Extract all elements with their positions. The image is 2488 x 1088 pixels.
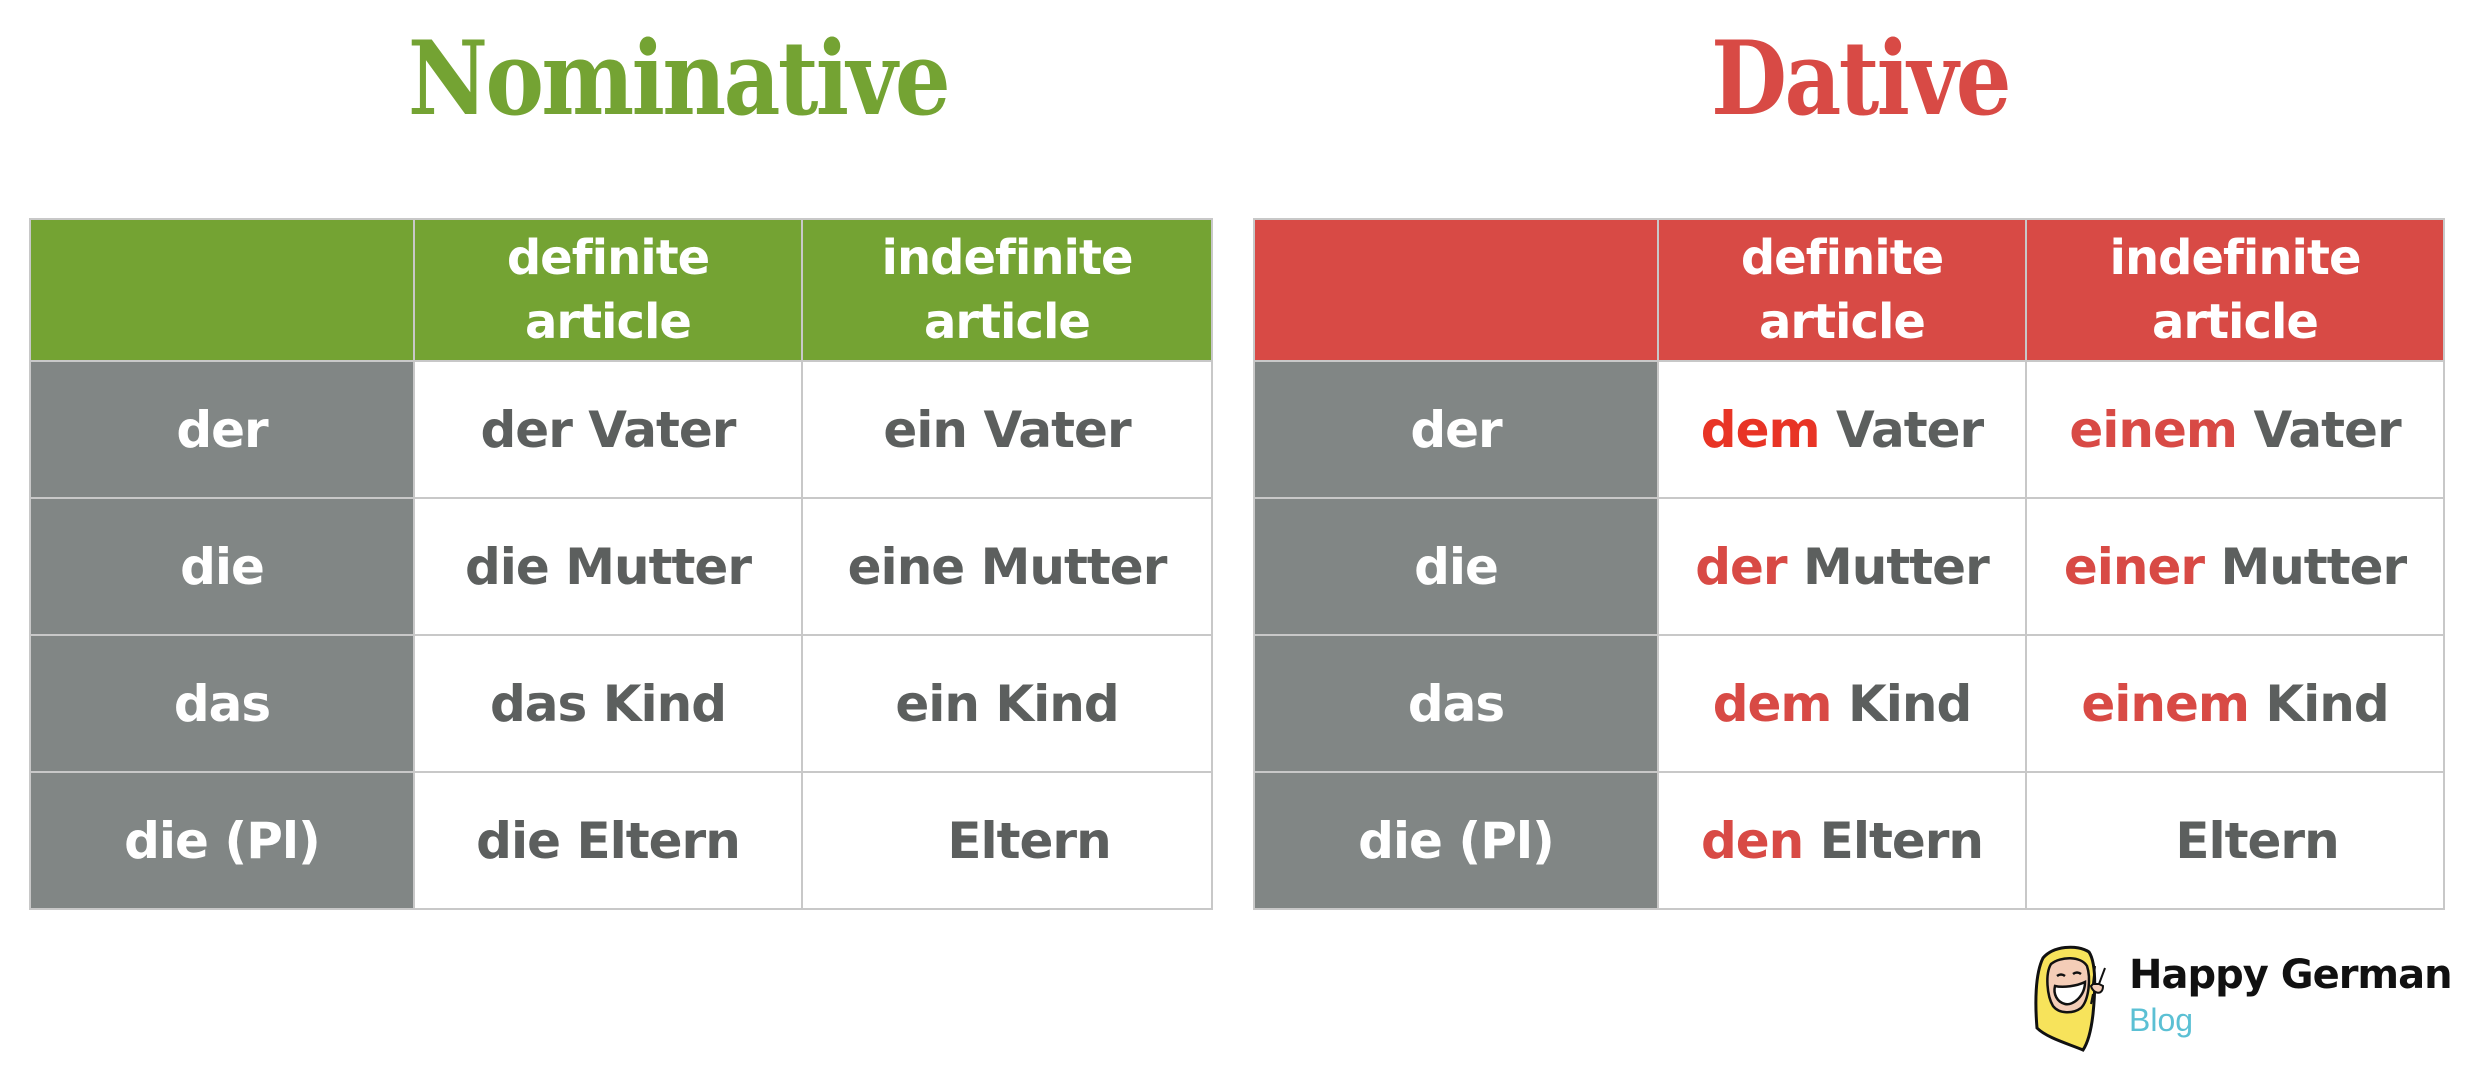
- article-highlight: dem: [1712, 674, 1833, 733]
- gender-label: das: [1253, 634, 1659, 773]
- definite-cell: der Vater: [413, 360, 803, 499]
- noun: Vater: [2253, 400, 2401, 459]
- article-highlight: der: [1695, 537, 1787, 596]
- noun: Eltern: [2175, 811, 2339, 870]
- definite-cell: die Mutter: [413, 497, 803, 636]
- article: die: [476, 811, 561, 870]
- indefinite-cell: ein Vater: [801, 360, 1213, 499]
- table-row: die die Mutter eine Mutter: [29, 497, 1213, 636]
- article: der: [480, 400, 573, 459]
- gender-label: die (Pl): [29, 771, 415, 910]
- indefinite-cell: ein Kind: [801, 634, 1213, 773]
- indefinite-cell: einer Mutter: [2025, 497, 2445, 636]
- header-line: article: [2152, 294, 2319, 350]
- header-line: article: [924, 294, 1091, 350]
- nominative-table: definite article indefinite article der …: [29, 218, 1213, 910]
- header-line: article: [1759, 294, 1926, 350]
- gender-label: der: [1253, 360, 1659, 499]
- table-row: der der Vater ein Vater: [29, 360, 1213, 499]
- noun: Eltern: [1819, 811, 1984, 870]
- indefinite-article-header: indefinite article: [801, 218, 1213, 362]
- definite-cell: dem Vater: [1657, 360, 2027, 499]
- logo-brand-text: Happy German: [2129, 952, 2453, 998]
- noun: Vater: [1836, 400, 1984, 459]
- article-highlight: den: [1700, 811, 1804, 870]
- header-line: indefinite: [881, 230, 1134, 286]
- article-highlight: dem: [1700, 400, 1821, 459]
- noun: Kind: [995, 674, 1119, 733]
- article: ein: [883, 400, 968, 459]
- dative-title: Dative: [1710, 19, 2012, 139]
- article-highlight: einem: [2081, 674, 2250, 733]
- noun: Mutter: [980, 537, 1168, 596]
- indefinite-article-header: indefinite article: [2025, 218, 2445, 362]
- noun: Eltern: [947, 811, 1111, 870]
- definite-cell: den Eltern: [1657, 771, 2027, 910]
- table-row: die der Mutter einer Mutter: [1253, 497, 2445, 636]
- nominative-title: Nominative: [407, 19, 951, 139]
- definite-cell: der Mutter: [1657, 497, 2027, 636]
- gender-label: die (Pl): [1253, 771, 1659, 910]
- header-line: definite: [506, 230, 710, 286]
- article: das: [490, 674, 587, 733]
- definite-cell: das Kind: [413, 634, 803, 773]
- happy-german-blog-logo[interactable]: Happy German Blog: [2033, 944, 2453, 1054]
- gender-label: die: [29, 497, 415, 636]
- noun: Kind: [1847, 674, 1972, 733]
- article-highlight: einer: [2063, 537, 2205, 596]
- indefinite-cell: einem Vater: [2025, 360, 2445, 499]
- definite-article-header: definite article: [413, 218, 803, 362]
- article-highlight: einem: [2069, 400, 2238, 459]
- noun: Kind: [2265, 674, 2389, 733]
- indefinite-cell: einem Kind: [2025, 634, 2445, 773]
- definite-cell: die Eltern: [413, 771, 803, 910]
- header-row: definite article indefinite article: [1253, 218, 2445, 362]
- header-line: indefinite: [2109, 230, 2362, 286]
- indefinite-cell: eine Mutter: [801, 497, 1213, 636]
- noun: Vater: [588, 400, 736, 459]
- header-line: definite: [1740, 230, 1944, 286]
- indefinite-cell: Eltern: [2025, 771, 2445, 910]
- article: ein: [895, 674, 980, 733]
- table-row: der dem Vater einem Vater: [1253, 360, 2445, 499]
- header-line: article: [525, 294, 692, 350]
- corner-cell: [29, 218, 415, 362]
- noun: Kind: [602, 674, 727, 733]
- article: die: [465, 537, 550, 596]
- noun: Mutter: [565, 537, 752, 596]
- header-row: definite article indefinite article: [29, 218, 1213, 362]
- article: eine: [847, 537, 966, 596]
- smiling-face-peace-sign-icon: [2034, 945, 2106, 1052]
- definite-article-header: definite article: [1657, 218, 2027, 362]
- noun: Eltern: [576, 811, 740, 870]
- dative-table: definite article indefinite article der …: [1253, 218, 2445, 910]
- noun: Mutter: [1803, 537, 1990, 596]
- noun: Vater: [983, 400, 1131, 459]
- table-row: die (Pl) die Eltern Eltern: [29, 771, 1213, 910]
- table-row: das dem Kind einem Kind: [1253, 634, 2445, 773]
- logo-sub-text: Blog: [2129, 1002, 2194, 1038]
- table-row: das das Kind ein Kind: [29, 634, 1213, 773]
- table-row: die (Pl) den Eltern Eltern: [1253, 771, 2445, 910]
- indefinite-cell: Eltern: [801, 771, 1213, 910]
- gender-label: das: [29, 634, 415, 773]
- corner-cell: [1253, 218, 1659, 362]
- noun: Mutter: [2220, 537, 2407, 596]
- gender-label: der: [29, 360, 415, 499]
- gender-label: die: [1253, 497, 1659, 636]
- definite-cell: dem Kind: [1657, 634, 2027, 773]
